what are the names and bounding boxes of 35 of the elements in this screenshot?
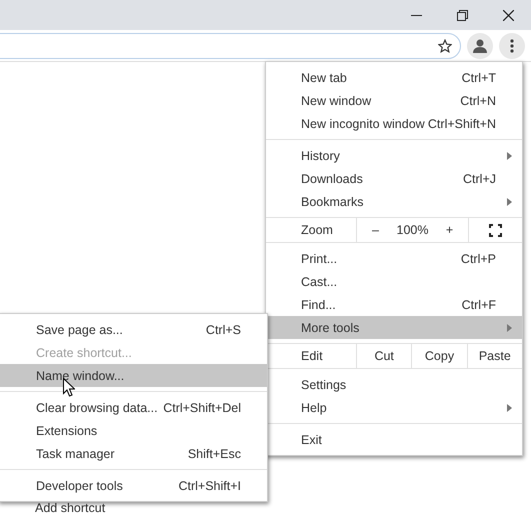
submenu-arrow-icon (506, 152, 512, 160)
menu-item[interactable]: Settings (266, 373, 522, 396)
zoom-in-button[interactable]: + (431, 218, 468, 242)
menu-item[interactable]: Bookmarks (266, 190, 522, 213)
star-icon[interactable] (438, 38, 452, 52)
menu-item[interactable]: Downloads Ctrl+J (266, 167, 522, 190)
fullscreen-icon[interactable] (489, 224, 502, 236)
minimize-icon[interactable] (410, 14, 422, 16)
menu-item[interactable]: New tab Ctrl+T (266, 66, 522, 89)
more-vertical-icon[interactable] (510, 38, 514, 52)
zoom-out-button[interactable]: – (357, 218, 394, 242)
menu-item[interactable]: Help (266, 396, 522, 419)
menu-item[interactable]: Find... Ctrl+F (266, 293, 522, 316)
menu-item[interactable]: Name window... (0, 364, 267, 387)
menu-item[interactable]: Cast... (266, 270, 522, 293)
menu-item[interactable]: History (266, 144, 522, 167)
menu-item[interactable]: Save page as... Ctrl+S (0, 318, 267, 341)
menu-item[interactable]: Task manager Shift+Esc (0, 442, 267, 465)
close-icon[interactable] (502, 10, 514, 20)
menu-item[interactable]: New incognito window Ctrl+Shift+N (266, 112, 522, 135)
zoom-level: 100% (396, 222, 430, 239)
menu-item[interactable]: More tools (266, 316, 522, 339)
restore-icon[interactable] (456, 10, 468, 20)
add-shortcut-text: Add shortcut (35, 501, 106, 515)
menu-item[interactable]: Clear browsing data... Ctrl+Shift+Del (0, 396, 267, 419)
menu-item[interactable]: Print... Ctrl+P (266, 247, 522, 270)
menu-item[interactable]: Developer tools Ctrl+Shift+I (0, 474, 267, 497)
profile-icon[interactable] (472, 38, 488, 54)
submenu-arrow-icon (506, 404, 512, 412)
menu-item[interactable]: Extensions (0, 419, 267, 442)
submenu-arrow-icon (506, 198, 512, 206)
edit-action-button[interactable]: Paste (468, 344, 522, 368)
submenu-arrow-icon (506, 324, 512, 332)
menu-item[interactable]: New window Ctrl+N (266, 89, 522, 112)
menu-item[interactable]: Exit (266, 428, 522, 451)
